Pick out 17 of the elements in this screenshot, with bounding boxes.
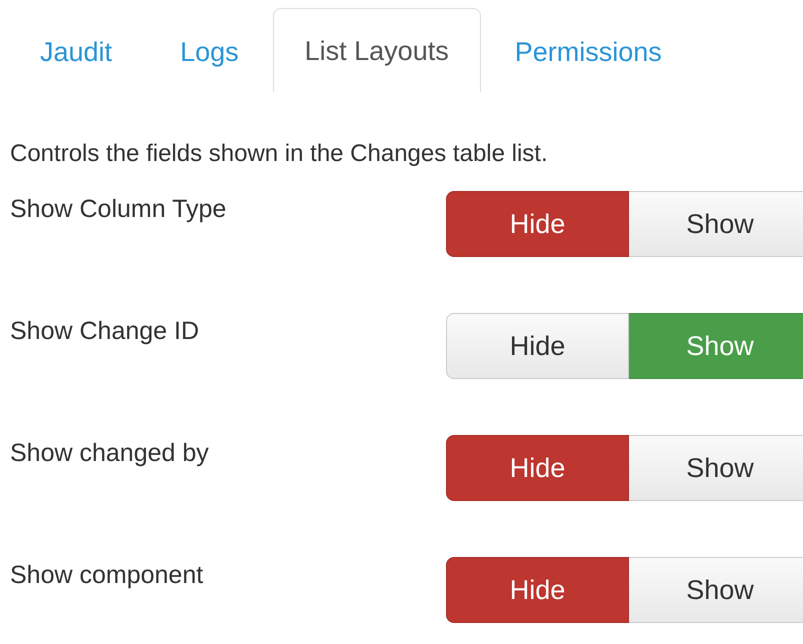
toggle-option-button[interactable]: Hide (446, 557, 629, 623)
setting-label: Show changed by (10, 438, 210, 469)
description-text: Controls the fields shown in the Changes table list. (10, 139, 549, 169)
setting-label: Show Column Type (10, 194, 228, 225)
toggle-option-button[interactable]: Show (629, 191, 803, 257)
toggle-option-button[interactable]: Hide (446, 191, 629, 257)
toggle-option-button[interactable]: Hide (446, 313, 629, 379)
setting-label: Show Change ID (10, 316, 200, 347)
toggle-option-button[interactable]: Show (629, 435, 803, 501)
toggle-option-button[interactable]: Show (629, 313, 803, 379)
tab[interactable]: Logs (146, 8, 273, 92)
tab[interactable]: List Layouts (272, 8, 481, 92)
setting-label: Show component (10, 560, 204, 591)
tab[interactable]: Jaudit (6, 8, 146, 92)
toggle-option-button[interactable]: Show (629, 557, 803, 623)
tab[interactable]: Permissions (480, 8, 696, 92)
toggle-option-button[interactable]: Hide (446, 435, 629, 501)
